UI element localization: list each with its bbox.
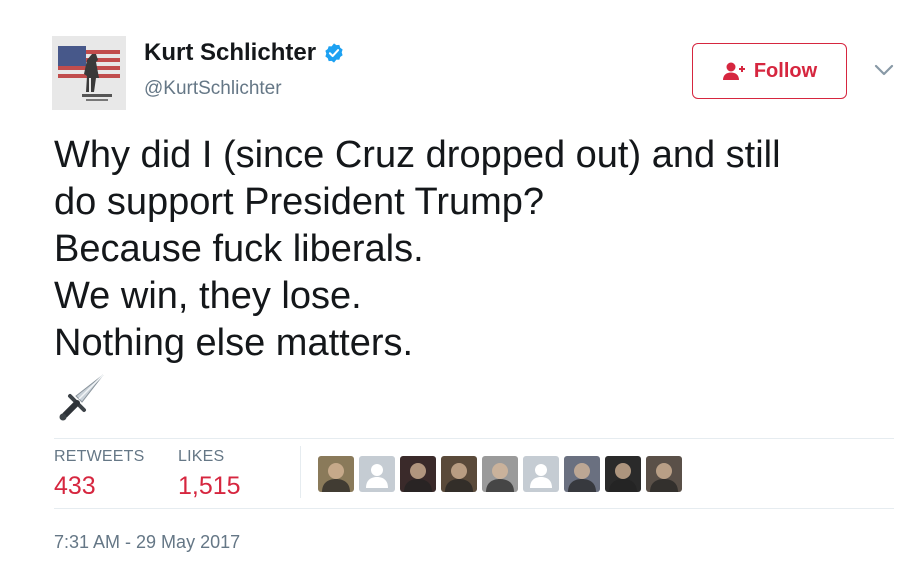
chevron-down-icon[interactable]: [873, 62, 895, 78]
retweets-count: 433: [54, 472, 96, 500]
divider-bottom: [54, 508, 894, 509]
tweet-line: We win, they lose.: [54, 275, 362, 317]
tweet-card: Kurt Schlichter @KurtSchlichter Follow W…: [0, 0, 921, 567]
liker-avatar-7[interactable]: [564, 456, 600, 492]
liker-avatar-9[interactable]: [646, 456, 682, 492]
profile-avatar[interactable]: [52, 36, 126, 110]
tweet-line: Nothing else matters.: [54, 322, 414, 364]
liker-avatar-5[interactable]: [482, 456, 518, 492]
likes-count: 1,515: [178, 472, 241, 500]
liker-avatar-4[interactable]: [441, 456, 477, 492]
liker-avatar-1[interactable]: [318, 456, 354, 492]
likers-avatars: [318, 456, 687, 492]
retweets-stat[interactable]: RETWEETS 433: [54, 448, 145, 501]
likes-label: LIKES: [178, 448, 225, 465]
liker-avatar-8[interactable]: [605, 456, 641, 492]
dagger-icon: [59, 374, 104, 421]
user-handle[interactable]: @KurtSchlichter: [144, 78, 282, 100]
likes-stat[interactable]: LIKES 1,515: [178, 448, 241, 501]
tweet-text: Why did I (since Cruz dropped out) and s…: [54, 132, 894, 367]
tweet-line: Why did I (since Cruz dropped out) and s…: [54, 134, 781, 176]
stats-separator: [300, 446, 301, 498]
verified-badge-icon: [325, 43, 343, 63]
divider-top: [54, 438, 894, 439]
tweet-line: Because fuck liberals.: [54, 228, 424, 270]
liker-avatar-2[interactable]: [359, 456, 395, 492]
liker-avatar-6[interactable]: [523, 456, 559, 492]
tweet-timestamp[interactable]: 7:31 AM - 29 May 2017: [54, 532, 240, 553]
liker-avatar-3[interactable]: [400, 456, 436, 492]
add-user-icon: [722, 62, 745, 80]
follow-button[interactable]: Follow: [692, 43, 847, 99]
retweets-label: RETWEETS: [54, 448, 145, 465]
follow-button-label: Follow: [753, 59, 818, 82]
user-name-row: Kurt Schlichter: [144, 39, 345, 67]
display-name[interactable]: Kurt Schlichter: [144, 39, 316, 67]
tweet-line: do support President Trump?: [54, 181, 545, 223]
